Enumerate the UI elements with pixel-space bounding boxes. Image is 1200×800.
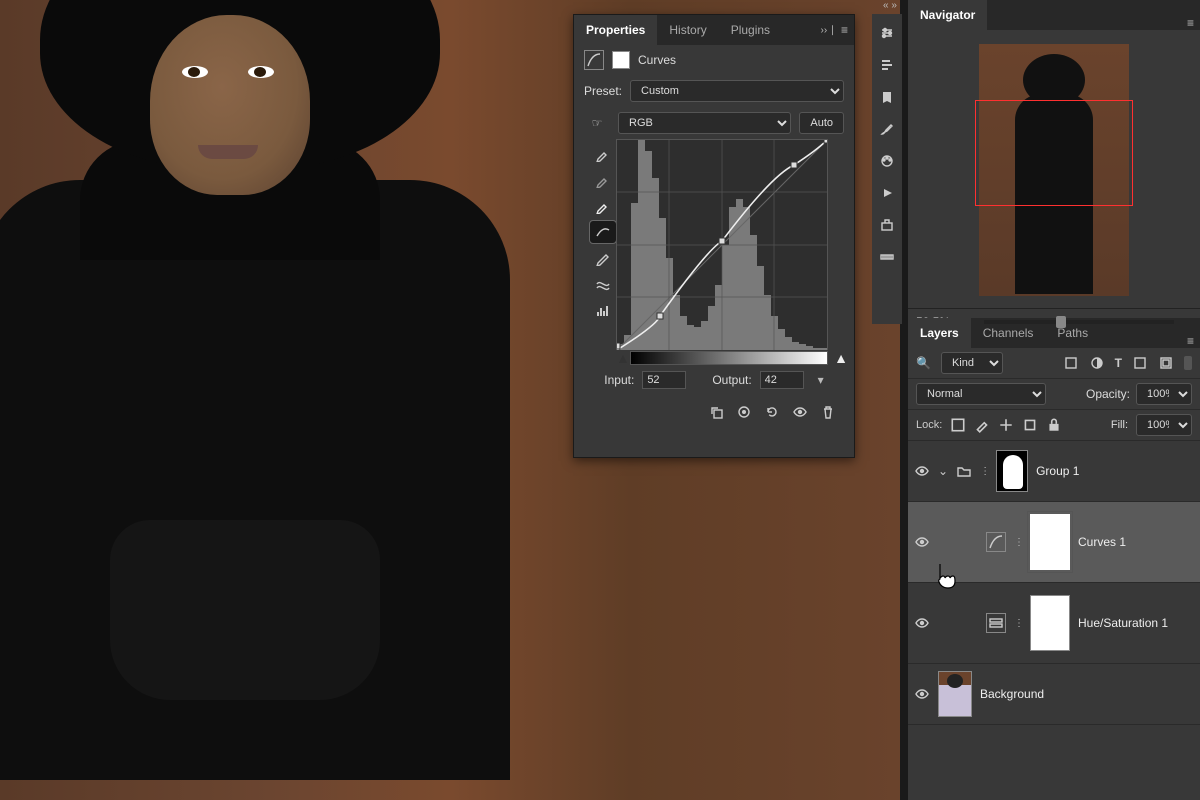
smooth-icon[interactable] <box>590 273 616 295</box>
curve-point-menu-icon[interactable]: ▾ <box>818 373 824 387</box>
adjustments-icon[interactable] <box>878 24 896 42</box>
measure-icon[interactable] <box>878 248 896 266</box>
filter-toggle-icon[interactable] <box>1184 356 1192 370</box>
actions-icon[interactable] <box>878 184 896 202</box>
eyedropper-white-icon[interactable] <box>590 195 616 217</box>
layer-name[interactable]: Hue/Saturation 1 <box>1078 616 1168 630</box>
lock-pixels-icon[interactable] <box>974 417 990 433</box>
lock-artboard-icon[interactable] <box>1022 417 1038 433</box>
lock-label: Lock: <box>916 419 942 431</box>
link-icon: ⋮ <box>1014 618 1022 629</box>
visibility-icon[interactable] <box>914 534 930 550</box>
layer-name[interactable]: Background <box>980 687 1044 701</box>
white-point-slider[interactable]: ▲ <box>834 350 848 366</box>
filter-adjust-icon[interactable] <box>1089 355 1105 371</box>
lock-position-icon[interactable] <box>998 417 1014 433</box>
tab-properties[interactable]: Properties <box>574 15 657 45</box>
layers-panel: Layers Channels Paths ≡ 🔍 Kind T Normal … <box>908 318 1200 800</box>
panel-menu-icon[interactable]: ≡ <box>1187 334 1194 348</box>
output-label: Output: <box>712 373 751 387</box>
clip-to-layer-icon[interactable] <box>708 404 724 420</box>
preset-label: Preset: <box>584 84 622 98</box>
filter-pixel-icon[interactable] <box>1063 355 1079 371</box>
adjustment-title: Curves <box>638 53 676 67</box>
output-field[interactable] <box>760 371 804 389</box>
layer-name[interactable]: Curves 1 <box>1078 535 1126 549</box>
tab-navigator[interactable]: Navigator <box>908 0 987 30</box>
reset-icon[interactable] <box>764 404 780 420</box>
view-previous-icon[interactable] <box>736 404 752 420</box>
layer-row-huesat1[interactable]: ⋮ Hue/Saturation 1 <box>908 583 1200 664</box>
libraries-icon[interactable] <box>878 88 896 106</box>
input-field[interactable] <box>642 371 686 389</box>
clone-source-icon[interactable] <box>878 216 896 234</box>
lock-transparent-icon[interactable] <box>950 417 966 433</box>
curve-line <box>617 140 827 350</box>
brush-icon[interactable] <box>878 120 896 138</box>
photo-subject <box>0 0 580 800</box>
fill-select[interactable]: 100% <box>1136 414 1192 436</box>
navigator-panel: Navigator ≡ 50.5% ▲ ▲ <box>908 0 1200 318</box>
opacity-select[interactable]: 100% <box>1136 383 1192 405</box>
visibility-icon[interactable] <box>914 615 930 631</box>
group-mask-thumb[interactable] <box>996 450 1028 492</box>
layer-row-group1[interactable]: ⌄ ⋮ Group 1 <box>908 441 1200 502</box>
layer-filter-select[interactable]: Kind <box>941 352 1003 374</box>
lock-all-icon[interactable] <box>1046 417 1062 433</box>
blend-mode-select[interactable]: Normal <box>916 383 1046 405</box>
preset-select[interactable]: Custom <box>630 80 844 102</box>
huesat-mask-thumb[interactable] <box>1030 595 1070 651</box>
navigator-viewport-box[interactable] <box>975 100 1133 206</box>
panel-menu-icon[interactable]: ≡ <box>1187 16 1194 30</box>
curves-graph[interactable] <box>616 139 828 350</box>
visibility-icon[interactable] <box>914 463 930 479</box>
curves-mask-thumb[interactable] <box>1030 514 1070 570</box>
histogram-options-icon[interactable] <box>590 299 616 321</box>
disclosure-icon[interactable]: ⌄ <box>938 464 948 478</box>
eyedropper-gray-icon[interactable] <box>590 169 616 191</box>
background-thumb[interactable] <box>938 671 972 717</box>
eyedropper-black-icon[interactable] <box>590 143 616 165</box>
link-icon: ⋮ <box>1014 537 1022 548</box>
swatches-icon[interactable] <box>878 152 896 170</box>
panel-collapse-arrows[interactable]: « » <box>870 0 910 12</box>
cursor-pointer-icon <box>934 562 960 590</box>
visibility-icon[interactable] <box>914 686 930 702</box>
channel-select[interactable]: RGB <box>618 112 791 134</box>
curve-point-tool-icon[interactable] <box>590 221 616 243</box>
mask-icon[interactable] <box>612 51 630 69</box>
black-point-slider[interactable]: ▲ <box>616 350 630 366</box>
input-gradient[interactable] <box>630 351 828 365</box>
tab-layers[interactable]: Layers <box>908 318 971 348</box>
layer-name[interactable]: Group 1 <box>1036 464 1079 478</box>
zoom-slider[interactable] <box>984 320 1174 324</box>
panel-expand-icon[interactable]: ›› ∣ <box>821 25 835 36</box>
filter-smart-icon[interactable] <box>1158 355 1174 371</box>
auto-button[interactable]: Auto <box>799 112 844 134</box>
fill-label: Fill: <box>1111 419 1128 431</box>
navigator-thumbnail[interactable] <box>979 44 1129 296</box>
auto-finger-icon[interactable]: ☞ <box>584 116 610 130</box>
tab-history[interactable]: History <box>657 15 718 45</box>
layer-row-background[interactable]: Background <box>908 664 1200 725</box>
collapsed-panels-strip <box>872 14 902 324</box>
pencil-tool-icon[interactable] <box>590 247 616 269</box>
opacity-label: Opacity: <box>1086 387 1130 401</box>
tab-plugins[interactable]: Plugins <box>719 15 782 45</box>
huesat-layer-icon <box>986 613 1006 633</box>
curves-adj-icon <box>584 50 604 70</box>
curves-layer-icon <box>986 532 1006 552</box>
filter-shape-icon[interactable] <box>1132 355 1148 371</box>
search-icon: 🔍 <box>916 356 931 370</box>
properties-panel: Properties History Plugins ›› ∣ ≡ Curves… <box>573 14 855 458</box>
paragraph-icon[interactable] <box>878 56 896 74</box>
link-icon: ⋮ <box>980 466 988 477</box>
panel-menu-icon[interactable]: ≡ <box>841 23 848 37</box>
toggle-visibility-icon[interactable] <box>792 404 808 420</box>
input-label: Input: <box>604 373 634 387</box>
folder-icon <box>956 463 972 479</box>
delete-icon[interactable] <box>820 404 836 420</box>
filter-type-icon[interactable]: T <box>1115 356 1122 370</box>
